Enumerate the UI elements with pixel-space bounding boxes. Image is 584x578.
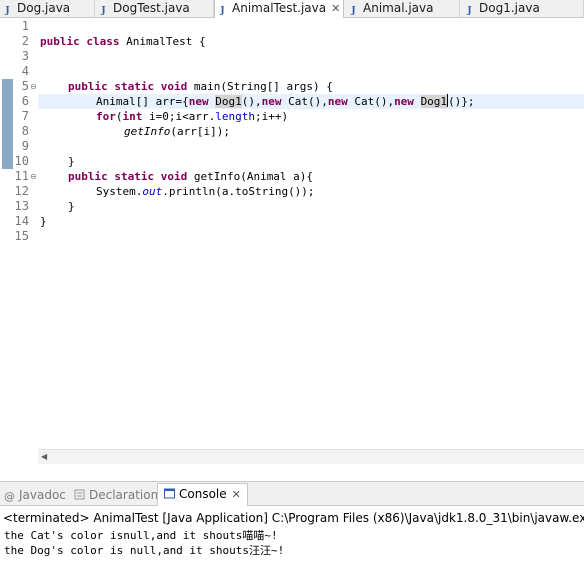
editor-tab-bar: J Dog.java J DogTest.java J AnimalTest.java… (0, 0, 584, 18)
java-file-icon: J (101, 6, 106, 16)
code-line-13: } (68, 200, 75, 213)
tab-label: DogTest.java (113, 1, 190, 15)
line-number: 13 (14, 199, 29, 213)
close-icon[interactable]: ✕ (232, 488, 241, 501)
javadoc-icon: @ (4, 490, 15, 503)
line-number: 6 (21, 94, 29, 108)
code-line-11: public static void getInfo(Animal a){ (68, 170, 314, 183)
tab-dog-java[interactable]: J Dog.java (0, 0, 95, 17)
line-number: 15 (14, 229, 29, 243)
code-line-7: for(int i=0;i<arr.length;i++) (96, 110, 289, 123)
code-line-14: } (40, 215, 47, 228)
line-number: 5 (21, 79, 29, 93)
tab-dog1-java[interactable]: J Dog1.java (462, 0, 584, 17)
console-line: the Dog's color is null,and it shouts汪汪~… (4, 544, 285, 557)
code-line-6: Animal[] arr={new Dog1(),new Cat(),new C… (96, 94, 475, 108)
declaration-icon (74, 489, 85, 500)
horizontal-scrollbar[interactable]: ◀ (38, 449, 584, 464)
close-icon[interactable]: ✕ (331, 2, 340, 15)
java-file-icon: J (220, 6, 225, 16)
scroll-left-icon[interactable]: ◀ (41, 450, 47, 464)
tab-dogtest-java[interactable]: J DogTest.java (96, 0, 214, 17)
tab-console[interactable]: Console ✕ (157, 483, 248, 506)
code-line-12: System.out.println(a.toString()); (96, 185, 315, 198)
tab-label: Dog.java (17, 1, 71, 15)
change-marker (2, 79, 13, 169)
console-icon (164, 488, 175, 499)
tab-animaltest-java[interactable]: J AnimalTest.java ✕ (214, 0, 344, 18)
tab-label: Javadoc (19, 488, 66, 502)
console-line: the Cat's color isnull,and it shouts喵喵~! (4, 529, 278, 542)
fold-collapse-icon[interactable]: ⊖ (30, 169, 37, 184)
code-line-10: } (68, 155, 75, 168)
tab-label: Declaration (89, 488, 159, 502)
tab-animal-java[interactable]: J Animal.java (346, 0, 460, 17)
line-number: 7 (21, 109, 29, 123)
line-number: 2 (21, 34, 29, 48)
tab-declaration[interactable]: Declaration (74, 485, 158, 505)
tab-label: Animal.java (363, 1, 434, 15)
tab-javadoc[interactable]: @ Javadoc (4, 485, 66, 505)
line-number: 10 (14, 154, 29, 168)
line-number: 1 (21, 19, 29, 33)
code-content: public class AnimalTest { public static … (40, 18, 584, 464)
fold-collapse-icon[interactable]: ⊖ (30, 79, 37, 94)
code-line-8: getInfo(arr[i]); (124, 125, 230, 138)
line-number: 14 (14, 214, 29, 228)
java-file-icon: J (467, 6, 472, 16)
line-number: 11 (14, 169, 29, 183)
tab-label: Dog1.java (479, 1, 540, 15)
tab-label: Console (179, 487, 227, 501)
line-number: 8 (21, 124, 29, 138)
line-number: 9 (21, 139, 29, 153)
view-tab-bar: @ Javadoc Declaration Console ✕ (0, 481, 584, 506)
code-line-5: public static void main(String[] args) { (68, 80, 333, 93)
line-number-gutter: 1 2 3 4 5 6 7 8 9 10 11 12 13 14 15 ⊖ ⊖ (13, 18, 37, 464)
code-editor[interactable]: 1 2 3 4 5 6 7 8 9 10 11 12 13 14 15 ⊖ ⊖ … (0, 18, 584, 463)
console-header: <terminated> AnimalTest [Java Applicatio… (3, 511, 584, 525)
java-file-icon: J (351, 6, 356, 16)
console-output[interactable]: <terminated> AnimalTest [Java Applicatio… (0, 507, 584, 578)
line-number: 3 (21, 49, 29, 63)
code-line-2: public class AnimalTest { (40, 35, 206, 48)
line-number: 4 (21, 64, 29, 78)
line-number: 12 (14, 184, 29, 198)
tab-label: AnimalTest.java (232, 1, 327, 15)
change-marker-ruler (2, 18, 13, 464)
java-file-icon: J (5, 6, 10, 16)
